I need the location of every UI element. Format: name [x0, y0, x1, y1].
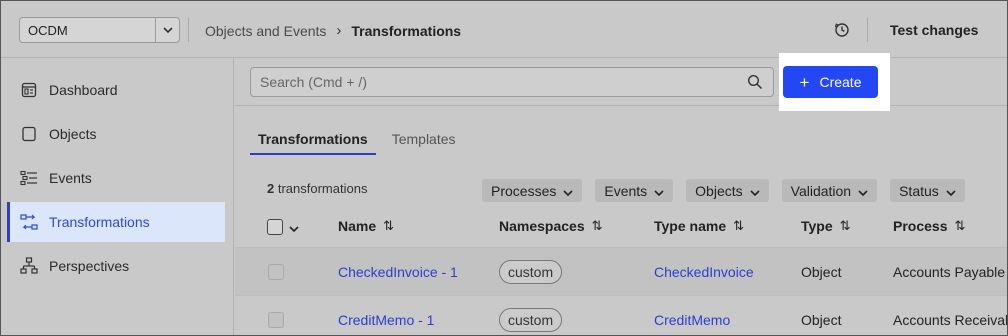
column-header-process[interactable]: Process ⇅: [893, 218, 965, 234]
workspace-label: OCDM: [28, 22, 68, 38]
test-changes-button[interactable]: Test changes: [890, 22, 978, 38]
breadcrumb-separator-icon: ›: [336, 22, 342, 39]
perspectives-icon: [19, 256, 39, 276]
row-checkbox[interactable]: [268, 312, 284, 328]
result-count: 2 transformations: [267, 181, 367, 196]
tab-bar: Transformations Templates: [250, 129, 464, 155]
dashboard-icon: [19, 80, 39, 100]
search-input[interactable]: Search (Cmd + /): [250, 67, 774, 97]
chevron-down-icon: [654, 183, 664, 199]
filter-status[interactable]: Status: [890, 179, 965, 202]
divider: [867, 18, 868, 42]
column-label: Name: [338, 218, 377, 234]
sidebar-item-transformations[interactable]: Transformations: [7, 202, 225, 242]
filter-label: Status: [899, 182, 939, 199]
row-type: Object: [801, 264, 842, 280]
transformations-icon: [19, 212, 39, 232]
chevron-down-icon: [858, 183, 868, 199]
namespace-badge: custom: [499, 308, 563, 332]
filter-label: Objects: [695, 182, 743, 199]
sort-icon[interactable]: ⇅: [954, 218, 965, 234]
plus-icon: +: [799, 72, 810, 92]
result-count-number: 2: [267, 181, 275, 196]
column-header-type-name[interactable]: Type name ⇅: [654, 218, 744, 234]
chevron-down-icon: [563, 183, 573, 199]
workspace-select[interactable]: OCDM: [19, 17, 180, 43]
filter-validation[interactable]: Validation: [781, 179, 878, 202]
tab-templates[interactable]: Templates: [384, 129, 464, 155]
sidebar-item-objects[interactable]: Objects: [7, 114, 225, 154]
search-icon[interactable]: [747, 74, 763, 93]
column-header-namespaces[interactable]: Namespaces ⇅: [499, 218, 603, 234]
namespace-badge: custom: [499, 260, 563, 284]
row-checkbox[interactable]: [268, 264, 284, 280]
create-button[interactable]: + Create: [783, 66, 878, 98]
column-label: Process: [893, 218, 948, 234]
breadcrumb-transformations: Transformations: [351, 22, 462, 39]
top-bar: OCDM Objects and Events › Transformation…: [1, 1, 1007, 58]
divider: [188, 18, 189, 42]
row-name-link[interactable]: CreditMemo - 1: [338, 312, 434, 328]
row-type-name-link[interactable]: CreditMemo: [654, 312, 730, 328]
sort-icon[interactable]: ⇅: [840, 218, 851, 234]
breadcrumb-objects-and-events[interactable]: Objects and Events: [205, 23, 326, 39]
create-highlight: + Create: [779, 53, 890, 111]
table-row[interactable]: CreditMemo - 1 custom CreditMemo Object …: [235, 295, 1007, 335]
sort-icon[interactable]: ⇅: [733, 218, 744, 234]
app-window: OCDM Objects and Events › Transformation…: [0, 0, 1008, 336]
filter-objects[interactable]: Objects: [686, 179, 769, 202]
result-count-label: transformations: [277, 181, 368, 196]
sort-icon[interactable]: ⇅: [592, 218, 603, 234]
sidebar-item-label: Transformations: [49, 214, 150, 230]
sort-icon[interactable]: ⇅: [383, 218, 394, 234]
table-header: Name ⇅ Namespaces ⇅ Type name ⇅ Type ⇅ Proce…: [235, 207, 1007, 247]
events-icon: [19, 168, 39, 188]
filter-bar: Processes Events Objects Validation Stat…: [482, 179, 978, 202]
column-label: Namespaces: [499, 218, 585, 234]
column-header-type[interactable]: Type ⇅: [801, 218, 851, 234]
sidebar-item-label: Events: [49, 170, 92, 186]
column-label: Type name: [654, 218, 727, 234]
row-process: Accounts Payable: [893, 264, 1006, 280]
sidebar-item-label: Perspectives: [49, 258, 130, 274]
filter-label: Events: [604, 182, 648, 199]
sidebar-item-perspectives[interactable]: Perspectives: [7, 246, 225, 286]
breadcrumb: Objects and Events › Transformations: [205, 22, 461, 39]
sidebar-item-dashboard[interactable]: Dashboard: [7, 70, 225, 110]
chevron-down-icon[interactable]: [155, 18, 179, 42]
row-process: Accounts Receivable: [893, 312, 1007, 328]
chevron-down-icon: [946, 183, 956, 199]
row-type-name-link[interactable]: CheckedInvoice: [654, 264, 754, 280]
object-icon: [19, 124, 39, 144]
column-label: Type: [801, 218, 833, 234]
sidebar-item-events[interactable]: Events: [7, 158, 225, 198]
tab-transformations[interactable]: Transformations: [250, 129, 376, 155]
filter-label: Processes: [491, 182, 557, 199]
create-button-label: Create: [819, 74, 862, 90]
chevron-down-icon[interactable]: [289, 219, 299, 235]
filter-label: Validation: [790, 182, 852, 199]
select-all-checkbox[interactable]: [267, 219, 283, 235]
search-row: Search (Cmd + /): [235, 58, 1007, 106]
filter-events[interactable]: Events: [595, 179, 674, 202]
table-row[interactable]: CheckedInvoice - 1 custom CheckedInvoice…: [235, 247, 1007, 295]
sidebar-item-label: Objects: [49, 126, 97, 142]
sidebar-item-label: Dashboard: [49, 82, 118, 98]
filter-processes[interactable]: Processes: [482, 179, 583, 202]
row-name-link[interactable]: CheckedInvoice - 1: [338, 264, 458, 280]
select-all[interactable]: [267, 219, 299, 235]
history-icon[interactable]: [833, 21, 851, 39]
column-header-name[interactable]: Name ⇅: [338, 218, 394, 234]
search-placeholder: Search (Cmd + /): [260, 74, 367, 90]
sidebar: Dashboard Objects Events Transformations…: [1, 58, 234, 335]
chevron-down-icon: [750, 183, 760, 199]
row-type: Object: [801, 312, 842, 328]
